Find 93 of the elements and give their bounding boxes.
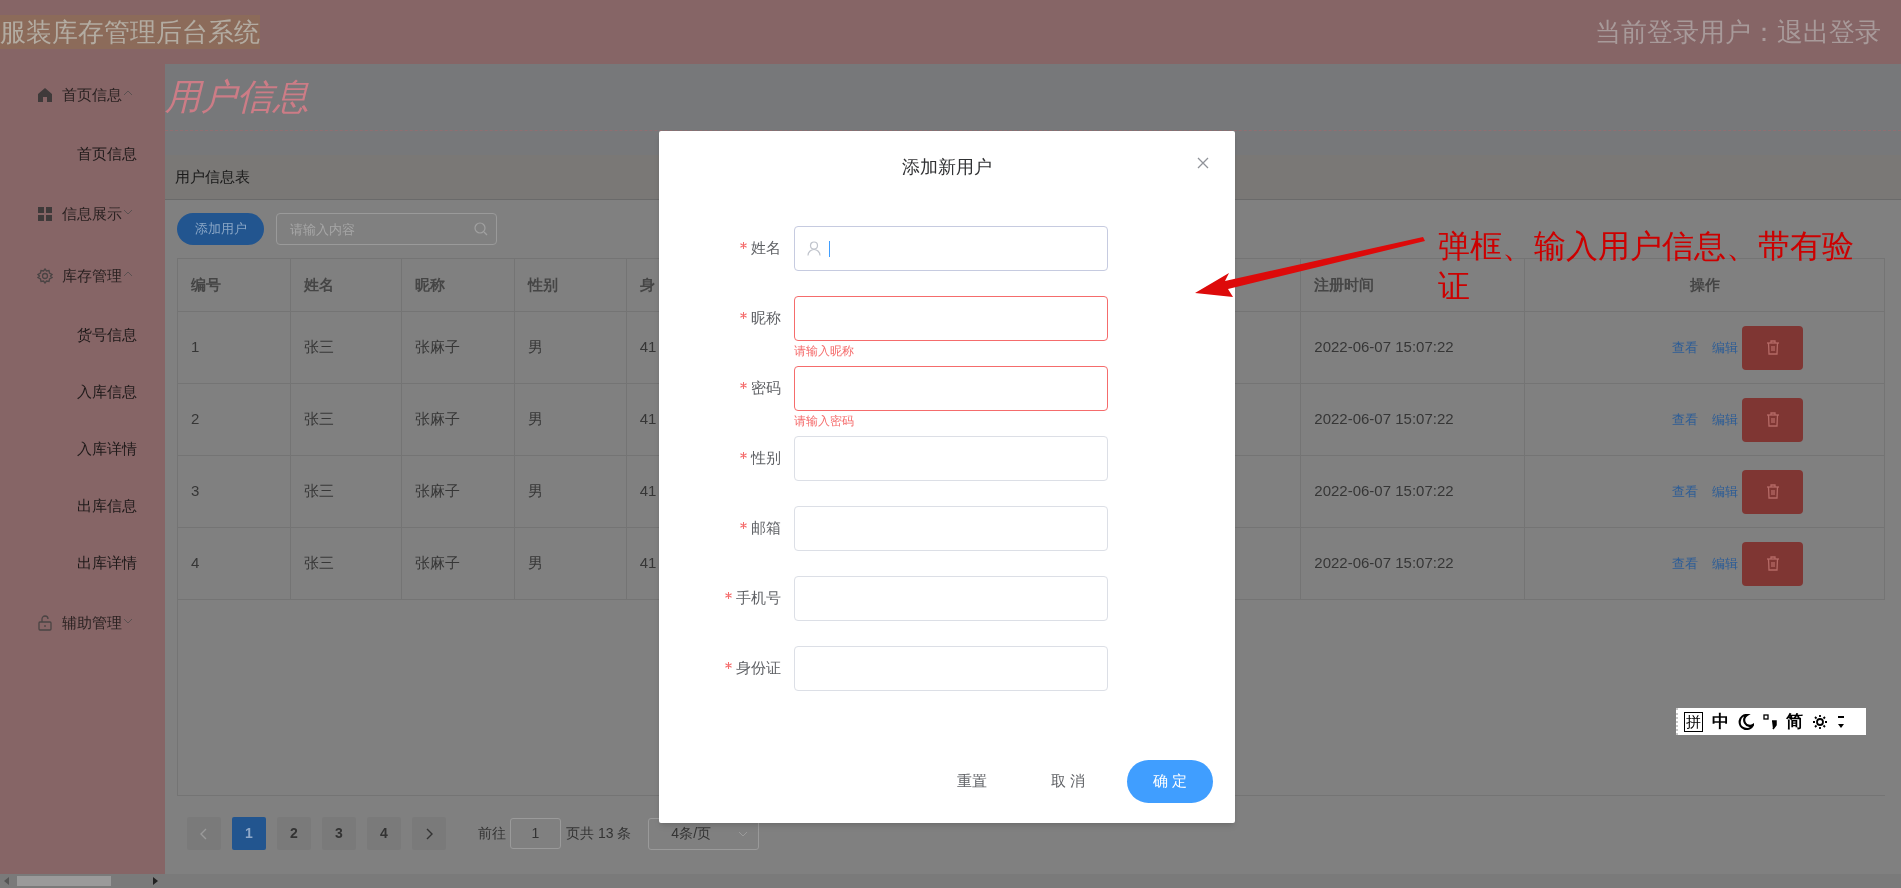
annotation-text: 证: [1438, 267, 1470, 306]
table-cell: 张麻子: [401, 312, 515, 384]
field-label: 姓名: [751, 238, 781, 259]
table-cell: 1: [178, 312, 291, 384]
table-cell: 2022-06-07 15:07:22: [1301, 456, 1526, 528]
ime-toggle[interactable]: 中: [1712, 708, 1729, 735]
table-cell: 2022-06-07 15:07:22: [1301, 312, 1526, 384]
menu-item[interactable]: 库存管理: [0, 245, 165, 307]
submenu-item[interactable]: 入库详情: [77, 438, 137, 461]
user-icon: [807, 241, 821, 256]
table-cell: 张麻子: [401, 456, 515, 528]
table-cell: 2: [178, 384, 291, 456]
trash-icon: [1765, 340, 1780, 355]
submenu-item[interactable]: 首页信息: [77, 143, 137, 166]
submenu-item[interactable]: 出库信息: [77, 495, 137, 518]
table-cell: 张麻子: [401, 528, 515, 600]
chevron-right-icon: [425, 827, 433, 840]
add-user-button[interactable]: 添加用户: [177, 213, 264, 245]
column-header: 性别: [514, 259, 627, 312]
previous-page-button[interactable]: [187, 817, 221, 850]
ime-toggle[interactable]: 简: [1786, 708, 1803, 735]
page-title: 用户信息: [165, 75, 309, 119]
table-cell: 2022-06-07 15:07:22: [1301, 384, 1526, 456]
scroll-left-icon[interactable]: [4, 877, 10, 885]
close-icon[interactable]: [1197, 157, 1209, 169]
page-button[interactable]: 4: [367, 817, 401, 850]
input-field[interactable]: [794, 296, 1108, 341]
table-cell: 男: [514, 384, 627, 456]
moon-icon[interactable]: [1738, 713, 1754, 730]
table-cell: 张三: [290, 528, 402, 600]
table-cell: 男: [514, 312, 627, 384]
page-button[interactable]: 1: [232, 817, 266, 850]
view-link[interactable]: 查看: [1672, 409, 1699, 430]
table-cell: 2022-06-07 15:07:22: [1301, 528, 1526, 600]
table-cell: 张麻子: [401, 384, 515, 456]
table-cell: 男: [514, 456, 627, 528]
app-title: 服装库存管理后台系统: [0, 15, 260, 49]
next-page-button[interactable]: [412, 817, 446, 850]
view-link[interactable]: 查看: [1672, 553, 1699, 574]
page-button[interactable]: 3: [322, 817, 356, 850]
chevron-left-icon: [200, 827, 208, 840]
total-count: 页共 13 条: [566, 824, 632, 843]
delete-button[interactable]: [1742, 325, 1804, 370]
page-button[interactable]: 2: [277, 817, 311, 850]
horizontal-scrollbar[interactable]: [0, 874, 1901, 888]
chevron-down-icon: [738, 830, 749, 837]
delete-button[interactable]: [1742, 541, 1804, 586]
field-label: 身份证: [736, 658, 781, 679]
home-icon: [37, 87, 53, 103]
menu-item[interactable]: 信息展示: [0, 183, 165, 245]
column-header: 昵称: [401, 259, 515, 312]
table-cell: 4: [178, 528, 291, 600]
submenu-item[interactable]: 入库信息: [77, 381, 137, 404]
scroll-right-icon[interactable]: [152, 877, 158, 885]
table-cell: 男: [514, 528, 627, 600]
view-link[interactable]: 查看: [1672, 337, 1699, 358]
menu-item[interactable]: 辅助管理: [0, 592, 165, 654]
view-link[interactable]: 查看: [1672, 481, 1699, 502]
trash-icon: [1765, 556, 1780, 571]
lock-icon: [37, 615, 53, 631]
goto-label: 前往: [478, 824, 506, 843]
trash-icon: [1765, 412, 1780, 427]
input-mode-toggle[interactable]: 拼: [1684, 711, 1703, 732]
menu-item[interactable]: 首页信息: [0, 64, 165, 126]
confirm-button[interactable]: 确 定: [1127, 760, 1213, 803]
error-message: 请输入密码: [794, 413, 855, 430]
scrollbar-thumb[interactable]: [17, 876, 111, 886]
dialog-title: 添加新用户: [902, 155, 992, 179]
column-header: 姓名: [290, 259, 402, 312]
table-cell: 张三: [290, 384, 402, 456]
error-message: 请输入昵称: [794, 343, 855, 360]
input-field[interactable]: [794, 226, 1108, 271]
search-icon: [474, 222, 488, 236]
punctuation-icon[interactable]: [1763, 713, 1777, 730]
trash-icon: [1765, 484, 1780, 499]
delete-button[interactable]: [1742, 397, 1804, 442]
column-header: 编号: [178, 259, 291, 312]
edit-link[interactable]: 编辑: [1712, 337, 1739, 358]
submenu-item[interactable]: 货号信息: [77, 324, 137, 347]
submenu-item[interactable]: 出库详情: [77, 552, 137, 575]
page-input[interactable]: 1: [510, 818, 561, 849]
table-cell: 张三: [290, 312, 402, 384]
text-cursor: [829, 240, 830, 257]
table-cell: 3: [178, 456, 291, 528]
more-icon[interactable]: [1837, 714, 1845, 729]
edit-link[interactable]: 编辑: [1712, 409, 1739, 430]
input-field[interactable]: [794, 366, 1108, 411]
delete-button[interactable]: [1742, 469, 1804, 514]
card-title: 用户信息表: [175, 166, 250, 187]
edit-link[interactable]: 编辑: [1712, 481, 1739, 502]
grid-icon: [37, 206, 53, 222]
edit-link[interactable]: 编辑: [1712, 553, 1739, 574]
table-cell: 张三: [290, 456, 402, 528]
